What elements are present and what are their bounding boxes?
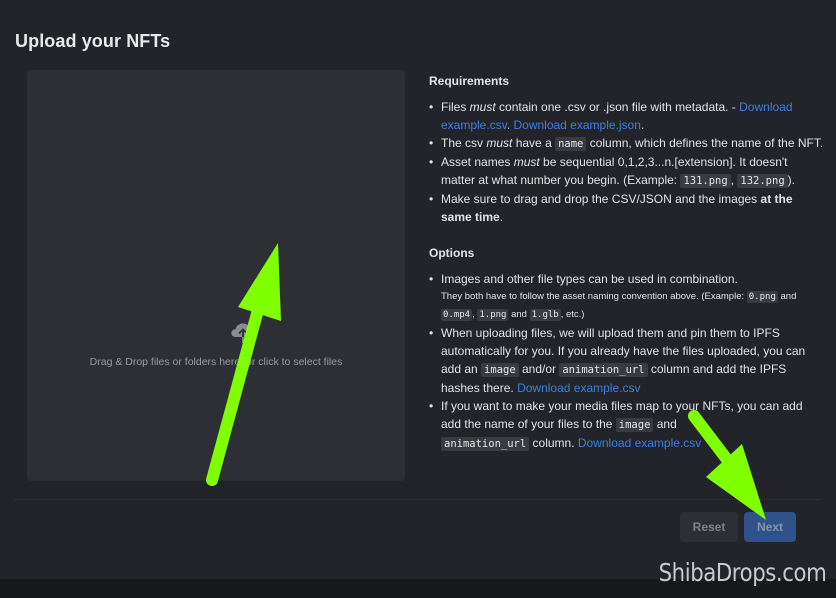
file-dropzone[interactable]: Drag & Drop files or folders here, or cl… xyxy=(27,70,405,481)
code-snippet: image xyxy=(481,363,519,377)
option-note: They both have to follow the asset namin… xyxy=(441,291,797,321)
requirements-list: Files must contain one .csv or .json fil… xyxy=(429,98,824,226)
requirement-item: Asset names must be sequential 0,1,2,3..… xyxy=(429,153,824,190)
code-snippet: 0.mp4 xyxy=(441,309,473,321)
download-example-csv-link[interactable]: Download example.csv xyxy=(517,381,640,395)
code-snippet: 0.png xyxy=(746,291,778,303)
watermark: ShibaDrops.com xyxy=(658,558,826,587)
code-snippet: 131.png xyxy=(680,174,731,188)
code-snippet: animation_url xyxy=(559,363,648,377)
cloud-upload-icon xyxy=(230,322,256,344)
option-item: When uploading files, we will upload the… xyxy=(429,324,824,397)
code-snippet: name xyxy=(555,137,587,151)
code-snippet: image xyxy=(615,418,654,432)
requirement-item: Make sure to drag and drop the CSV/JSON … xyxy=(429,190,824,226)
next-button[interactable]: Next xyxy=(744,512,796,542)
options-list: Images and other file types can be used … xyxy=(429,270,824,453)
requirement-item: Files must contain one .csv or .json fil… xyxy=(429,98,824,134)
code-snippet: animation_url xyxy=(441,437,530,451)
download-example-csv-link[interactable]: Download example.csv xyxy=(578,436,701,450)
option-item: If you want to make your media files map… xyxy=(429,397,824,453)
requirement-item: The csv must have a name column, which d… xyxy=(429,134,824,153)
page-title: Upload your NFTs xyxy=(15,31,171,51)
divider xyxy=(15,499,821,500)
code-snippet: 1.png xyxy=(477,309,509,321)
options-heading: Options xyxy=(429,246,475,260)
reset-button[interactable]: Reset xyxy=(680,512,738,542)
code-snippet: 1.glb xyxy=(529,309,561,321)
dropzone-instructions: Drag & Drop files or folders here, or cl… xyxy=(89,356,343,368)
info-panel: Requirements Files must contain one .csv… xyxy=(429,72,824,453)
download-example-json-link[interactable]: Download example.json xyxy=(513,118,640,132)
option-item: Images and other file types can be used … xyxy=(429,270,824,324)
requirements-heading: Requirements xyxy=(429,74,510,88)
code-snippet: 132.png xyxy=(737,174,788,188)
